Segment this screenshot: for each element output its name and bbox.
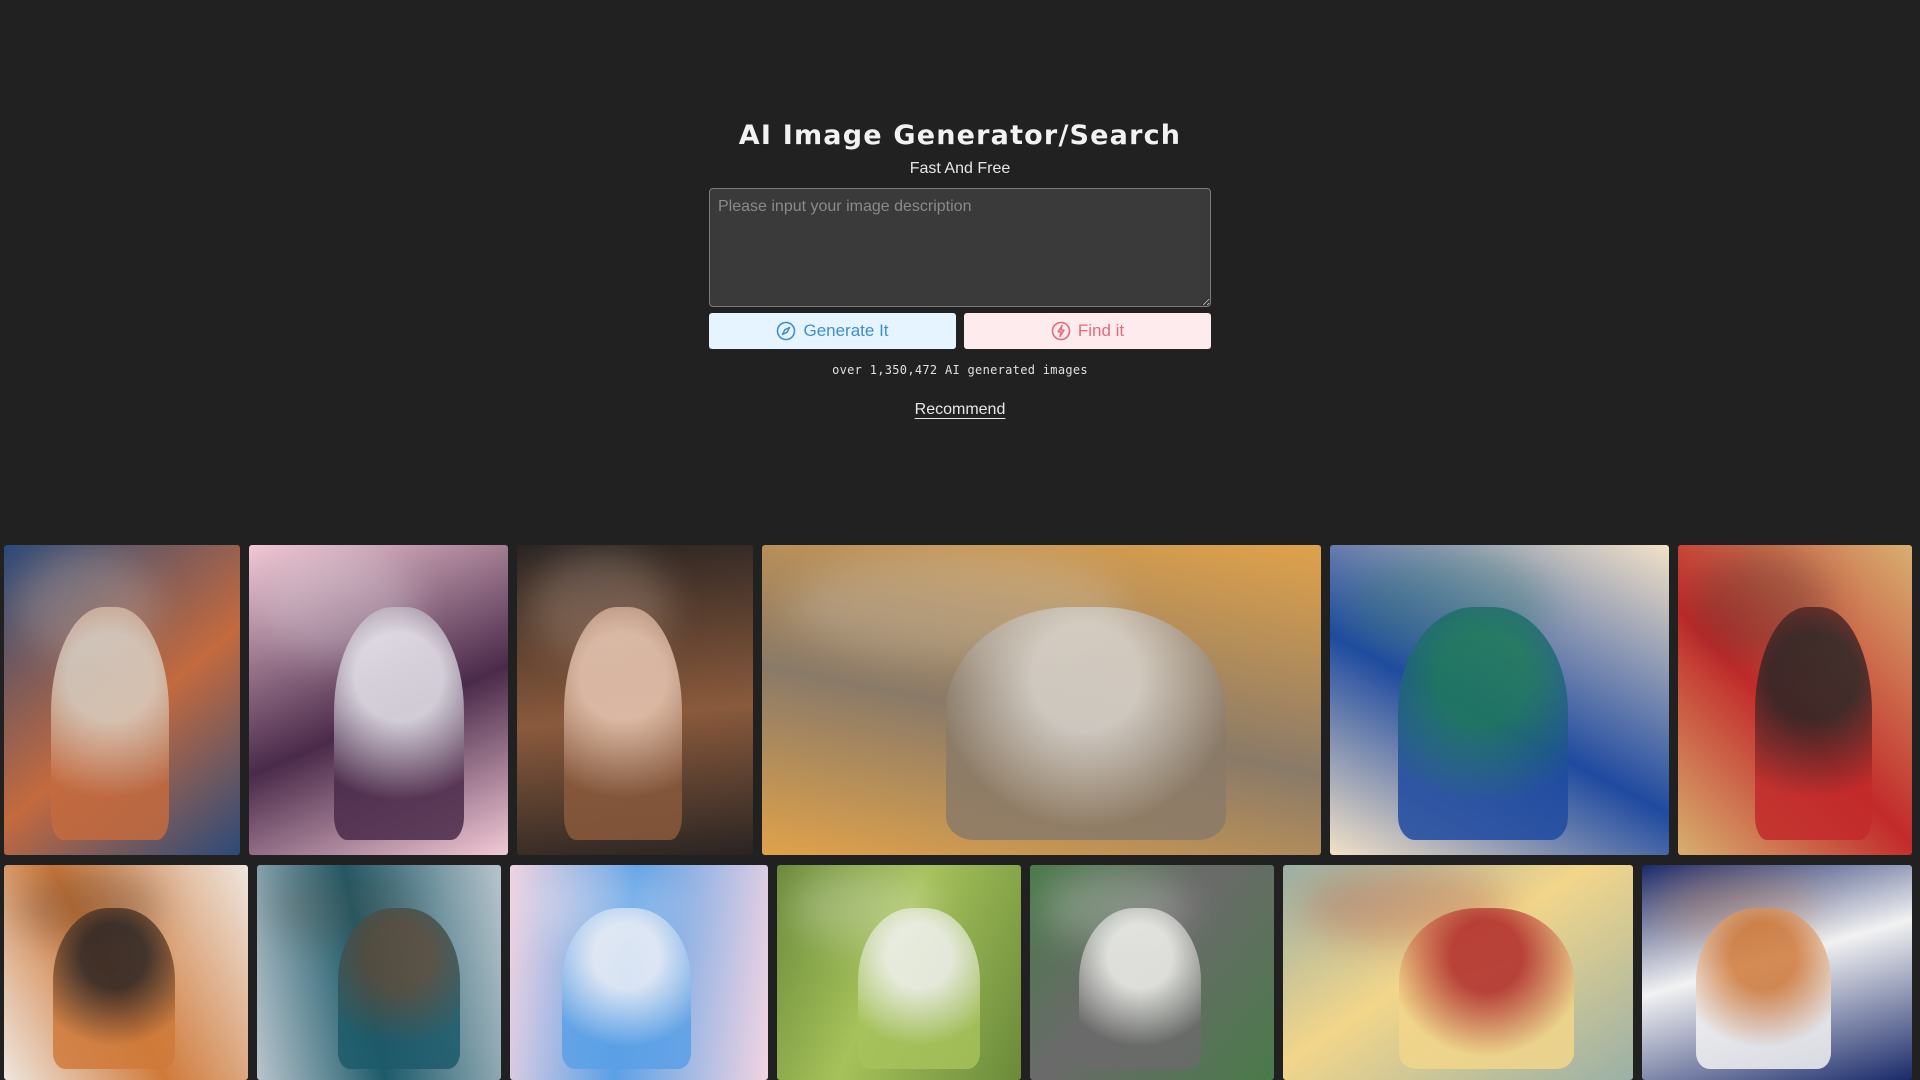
gallery-image-anime-girl-grocery-store[interactable]	[1678, 545, 1912, 855]
image-highlight-shape	[790, 551, 1125, 660]
image-highlight-shape	[1347, 551, 1550, 660]
generate-button[interactable]: Generate It	[709, 313, 956, 349]
generate-button-label: Generate It	[803, 321, 889, 340]
image-highlight-shape	[269, 869, 415, 944]
image-highlight-shape	[1301, 869, 1511, 944]
image-count: over 1,350,472 AI generated images	[832, 363, 1088, 377]
image-highlight-shape	[789, 869, 935, 944]
recommend-link[interactable]: Recommend	[915, 401, 1006, 419]
image-highlight-shape	[262, 551, 417, 660]
gallery-image-anime-girl-street-night-sky[interactable]	[4, 545, 240, 855]
image-highlight-shape	[16, 551, 158, 660]
find-button[interactable]: Find it	[964, 313, 1211, 349]
gallery-image-woman-teal-hair-crop-top[interactable]	[257, 865, 501, 1080]
action-buttons: Generate It Find it	[709, 313, 1211, 349]
image-highlight-shape	[16, 869, 162, 944]
page: AI Image Generator/Search Fast And Free …	[0, 0, 1920, 1080]
gallery-image-anime-girl-portrait-brown-hair[interactable]	[517, 545, 753, 855]
gallery-image-anime-girl-orange-hair-jacket[interactable]	[4, 865, 248, 1080]
gallery-image-anime-bunny-girl-forest[interactable]	[777, 865, 1021, 1080]
gallery-image-owl-chibi-girl-bokeh[interactable]	[1642, 865, 1912, 1080]
gallery-image-anime-girl-blue-hair-sailor[interactable]	[510, 865, 768, 1080]
gallery-image-anime-boy-totoro-sunglasses[interactable]	[1030, 865, 1274, 1080]
image-highlight-shape	[1656, 869, 1818, 944]
gallery-image-peacock-floral-painting[interactable]	[1330, 545, 1669, 855]
gallery-image-anime-girl-cherry-blossom-purple-hair[interactable]	[249, 545, 508, 855]
image-highlight-shape	[1042, 869, 1188, 944]
gallery-image-butter-bunny-sculpture[interactable]	[1283, 865, 1633, 1080]
image-highlight-shape	[523, 869, 678, 944]
page-subtitle: Fast And Free	[909, 160, 1011, 177]
compass-icon	[776, 321, 796, 341]
image-description-input[interactable]	[709, 188, 1211, 307]
lightning-icon	[1051, 321, 1071, 341]
gallery-image-anime-girl-autumn-kimono[interactable]	[762, 545, 1321, 855]
page-title: AI Image Generator/Search	[738, 120, 1182, 151]
hero-section: AI Image Generator/Search Fast And Free …	[0, 118, 1920, 419]
image-highlight-shape	[529, 551, 671, 660]
image-highlight-shape	[1690, 551, 1830, 660]
find-button-label: Find it	[1077, 321, 1125, 340]
